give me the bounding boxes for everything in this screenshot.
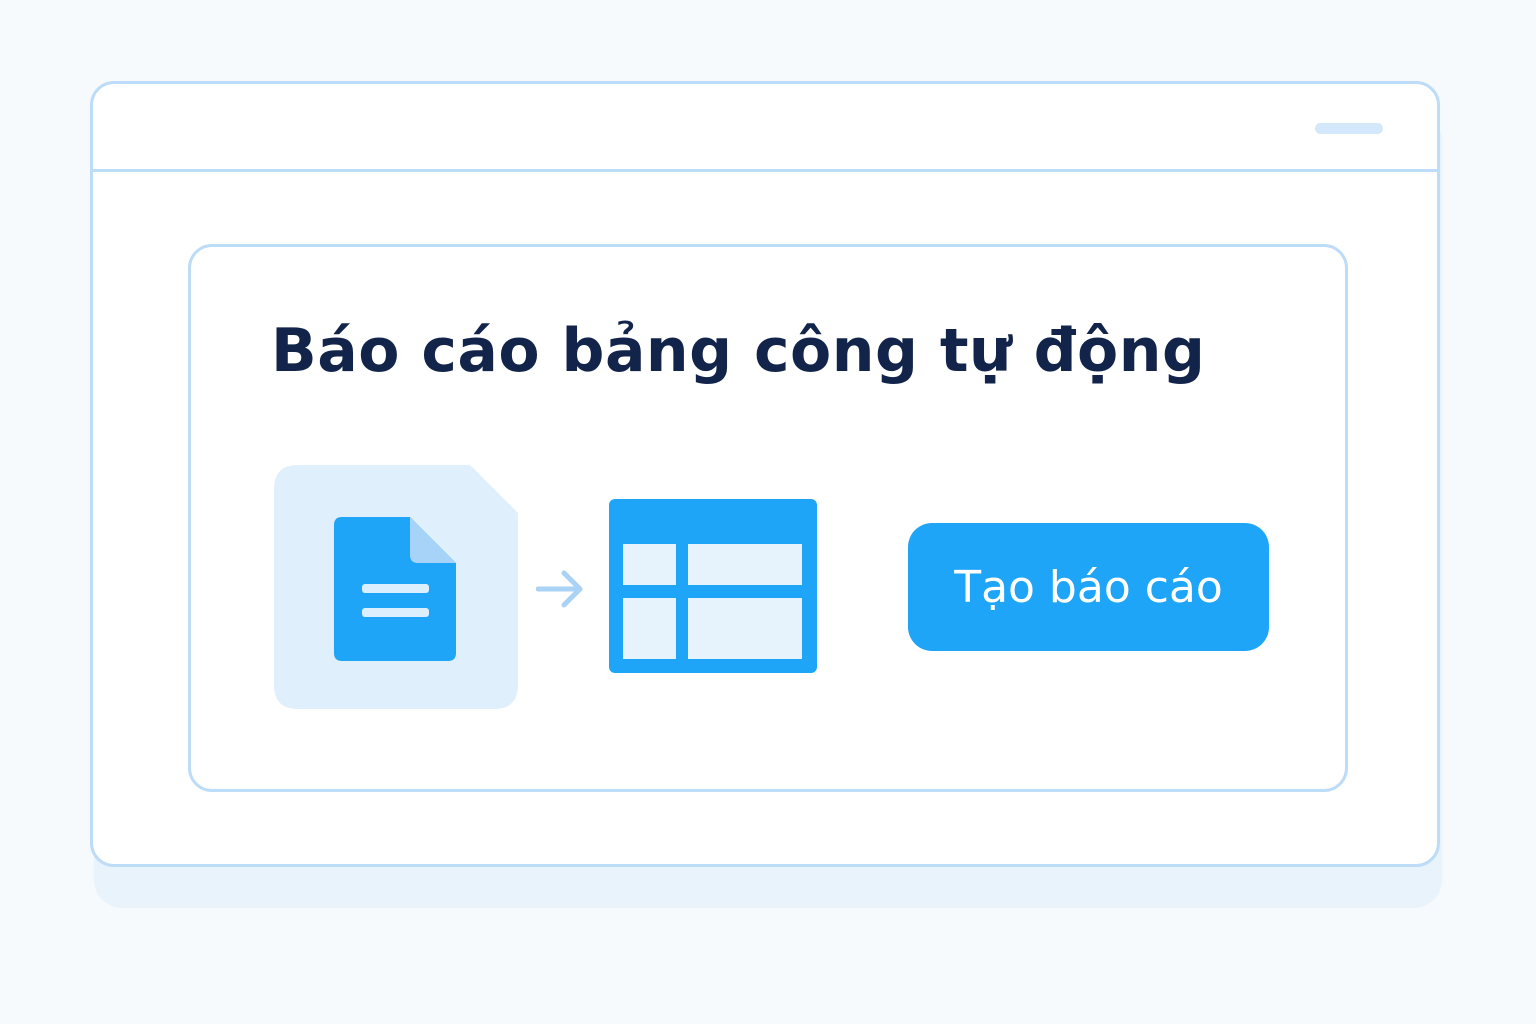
arrow-right-icon xyxy=(536,570,583,608)
report-card: Báo cáo bảng công tự động Tạo báo cáo xyxy=(188,244,1348,792)
create-report-button[interactable]: Tạo báo cáo xyxy=(908,523,1269,651)
page-title: Báo cáo bảng công tự động xyxy=(271,316,1206,386)
window-control[interactable] xyxy=(1315,123,1383,134)
document-icon xyxy=(274,465,518,709)
document-tile xyxy=(274,465,518,709)
window-titlebar xyxy=(93,84,1437,172)
app-stage: Báo cáo bảng công tự động Tạo báo cáo xyxy=(0,0,1536,1024)
app-window: Báo cáo bảng công tự động Tạo báo cáo xyxy=(90,81,1440,867)
table-icon xyxy=(609,499,817,673)
